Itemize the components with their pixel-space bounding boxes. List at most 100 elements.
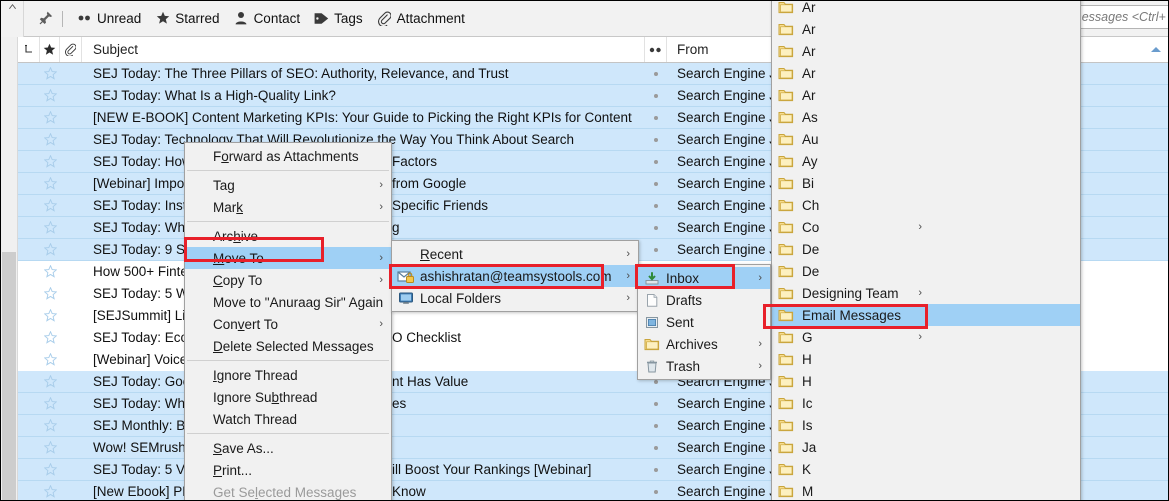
context-menu-item-watch-thread[interactable]: Watch Thread: [185, 408, 391, 430]
star-toggle-icon[interactable]: [40, 107, 60, 128]
read-status-dot[interactable]: [645, 393, 667, 414]
star-toggle-icon[interactable]: [40, 459, 60, 480]
thread-cell[interactable]: [18, 63, 40, 84]
subfolder-menu-item-10[interactable]: Co ›: [772, 216, 1080, 238]
subfolder-menu-item-20[interactable]: Ja: [772, 436, 1080, 458]
message-list-scrollbar[interactable]: [1, 37, 18, 500]
column-header-starred[interactable]: [40, 37, 60, 62]
subfolder-menu-item-2[interactable]: Ar: [772, 40, 1080, 62]
context-menu-item-mark[interactable]: Mark ›: [185, 196, 391, 218]
star-toggle-icon[interactable]: [40, 283, 60, 304]
subfolder-menu-item-1[interactable]: Ar: [772, 18, 1080, 40]
subfolder-menu-item-21[interactable]: K: [772, 458, 1080, 480]
read-status-dot[interactable]: [645, 107, 667, 128]
subfolder-menu-item-18[interactable]: Ic: [772, 392, 1080, 414]
thread-cell[interactable]: [18, 349, 40, 370]
star-toggle-icon[interactable]: [40, 85, 60, 106]
filter-unread-button[interactable]: Unread: [71, 7, 149, 31]
context-menu-item-print[interactable]: Print...: [185, 459, 391, 481]
scrollbar-thumb[interactable]: [2, 252, 16, 500]
collapse-toggle[interactable]: [1, 1, 24, 38]
thread-cell[interactable]: [18, 371, 40, 392]
message-subject[interactable]: SEJ Today: What Is a High-Quality Link?: [82, 85, 645, 106]
subfolder-menu-item-17[interactable]: H: [772, 370, 1080, 392]
read-status-dot[interactable]: [645, 415, 667, 436]
star-toggle-icon[interactable]: [40, 415, 60, 436]
star-toggle-icon[interactable]: [40, 327, 60, 348]
column-header-attachment[interactable]: [60, 37, 82, 62]
thread-cell[interactable]: [18, 195, 40, 216]
subfolder-menu-item-9[interactable]: Ch: [772, 194, 1080, 216]
star-toggle-icon[interactable]: [40, 173, 60, 194]
filter-starred-button[interactable]: Starred: [149, 7, 227, 31]
subfolder-menu-item-22[interactable]: M: [772, 480, 1080, 500]
star-toggle-icon[interactable]: [40, 481, 60, 500]
thread-cell[interactable]: [18, 283, 40, 304]
context-menu-item-move-to[interactable]: Move To ›: [185, 247, 391, 269]
thread-cell[interactable]: [18, 327, 40, 348]
account-menu-item-2[interactable]: Local Folders ›: [392, 287, 638, 309]
subfolder-menu-item-8[interactable]: Bi: [772, 172, 1080, 194]
context-menu-item-ignore-thread[interactable]: Ignore Thread: [185, 364, 391, 386]
subfolder-menu-item-16[interactable]: H: [772, 348, 1080, 370]
account-menu-item-1[interactable]: ashishratan@teamsystools.com ›: [392, 265, 638, 287]
star-toggle-icon[interactable]: [40, 393, 60, 414]
subfolder-menu-item-12[interactable]: De: [772, 260, 1080, 282]
read-status-dot[interactable]: [645, 217, 667, 238]
folder-menu-item-trash[interactable]: Trash ›: [638, 355, 770, 377]
folder-menu-item-sent[interactable]: Sent: [638, 311, 770, 333]
star-toggle-icon[interactable]: [40, 195, 60, 216]
thread-cell[interactable]: [18, 481, 40, 500]
context-menu-item-move-to-anuraag-sir-again[interactable]: Move to "Anuraag Sir" Again: [185, 291, 391, 313]
thread-cell[interactable]: [18, 415, 40, 436]
read-status-dot[interactable]: [645, 173, 667, 194]
filter-attachment-button[interactable]: Attachment: [371, 7, 473, 31]
star-toggle-icon[interactable]: [40, 151, 60, 172]
context-menu-item-save-as[interactable]: Save As...: [185, 437, 391, 459]
star-toggle-icon[interactable]: [40, 305, 60, 326]
read-status-dot[interactable]: [645, 481, 667, 500]
read-status-dot[interactable]: [645, 239, 667, 260]
star-toggle-icon[interactable]: [40, 437, 60, 458]
subfolder-menu-item-4[interactable]: Ar: [772, 84, 1080, 106]
thread-cell[interactable]: [18, 261, 40, 282]
account-menu-item-0[interactable]: Recent ›: [392, 243, 638, 265]
pin-icon[interactable]: [34, 8, 56, 30]
read-status-dot[interactable]: [645, 63, 667, 84]
thread-cell[interactable]: [18, 437, 40, 458]
read-status-dot[interactable]: [645, 459, 667, 480]
star-toggle-icon[interactable]: [40, 349, 60, 370]
context-menu-item-tag[interactable]: Tag ›: [185, 174, 391, 196]
column-header-read[interactable]: [645, 37, 667, 62]
message-subject[interactable]: [NEW E-BOOK] Content Marketing KPIs: You…: [82, 107, 645, 128]
thread-cell[interactable]: [18, 129, 40, 150]
star-toggle-icon[interactable]: [40, 261, 60, 282]
subfolder-menu-item-7[interactable]: Ay: [772, 150, 1080, 172]
thread-cell[interactable]: [18, 151, 40, 172]
column-header-subject[interactable]: Subject: [82, 37, 645, 62]
subfolder-menu-item-14[interactable]: Email Messages: [772, 304, 1080, 326]
read-status-dot[interactable]: [645, 129, 667, 150]
thread-cell[interactable]: [18, 107, 40, 128]
context-menu-item-archive[interactable]: Archive: [185, 225, 391, 247]
context-menu-item-convert-to[interactable]: Convert To ›: [185, 313, 391, 335]
thread-cell[interactable]: [18, 217, 40, 238]
filter-contact-button[interactable]: Contact: [228, 7, 309, 31]
star-toggle-icon[interactable]: [40, 239, 60, 260]
subfolder-menu-item-5[interactable]: As: [772, 106, 1080, 128]
read-status-dot[interactable]: [645, 85, 667, 106]
column-header-thread[interactable]: [18, 37, 40, 62]
subfolder-menu-item-6[interactable]: Au: [772, 128, 1080, 150]
thread-cell[interactable]: [18, 459, 40, 480]
context-menu-item-copy-to[interactable]: Copy To ›: [185, 269, 391, 291]
subfolder-menu-item-15[interactable]: G ›: [772, 326, 1080, 348]
message-subject[interactable]: SEJ Today: The Three Pillars of SEO: Aut…: [82, 63, 645, 84]
star-toggle-icon[interactable]: [40, 63, 60, 84]
context-menu-item-ignore-subthread[interactable]: Ignore Subthread: [185, 386, 391, 408]
context-menu-item-delete-selected-messages[interactable]: Delete Selected Messages: [185, 335, 391, 357]
filter-tags-button[interactable]: Tags: [308, 7, 371, 31]
star-toggle-icon[interactable]: [40, 129, 60, 150]
thread-cell[interactable]: [18, 85, 40, 106]
context-menu-item-forward-as-attachments[interactable]: Forward as Attachments: [185, 145, 391, 167]
subfolder-menu-item-19[interactable]: Is: [772, 414, 1080, 436]
